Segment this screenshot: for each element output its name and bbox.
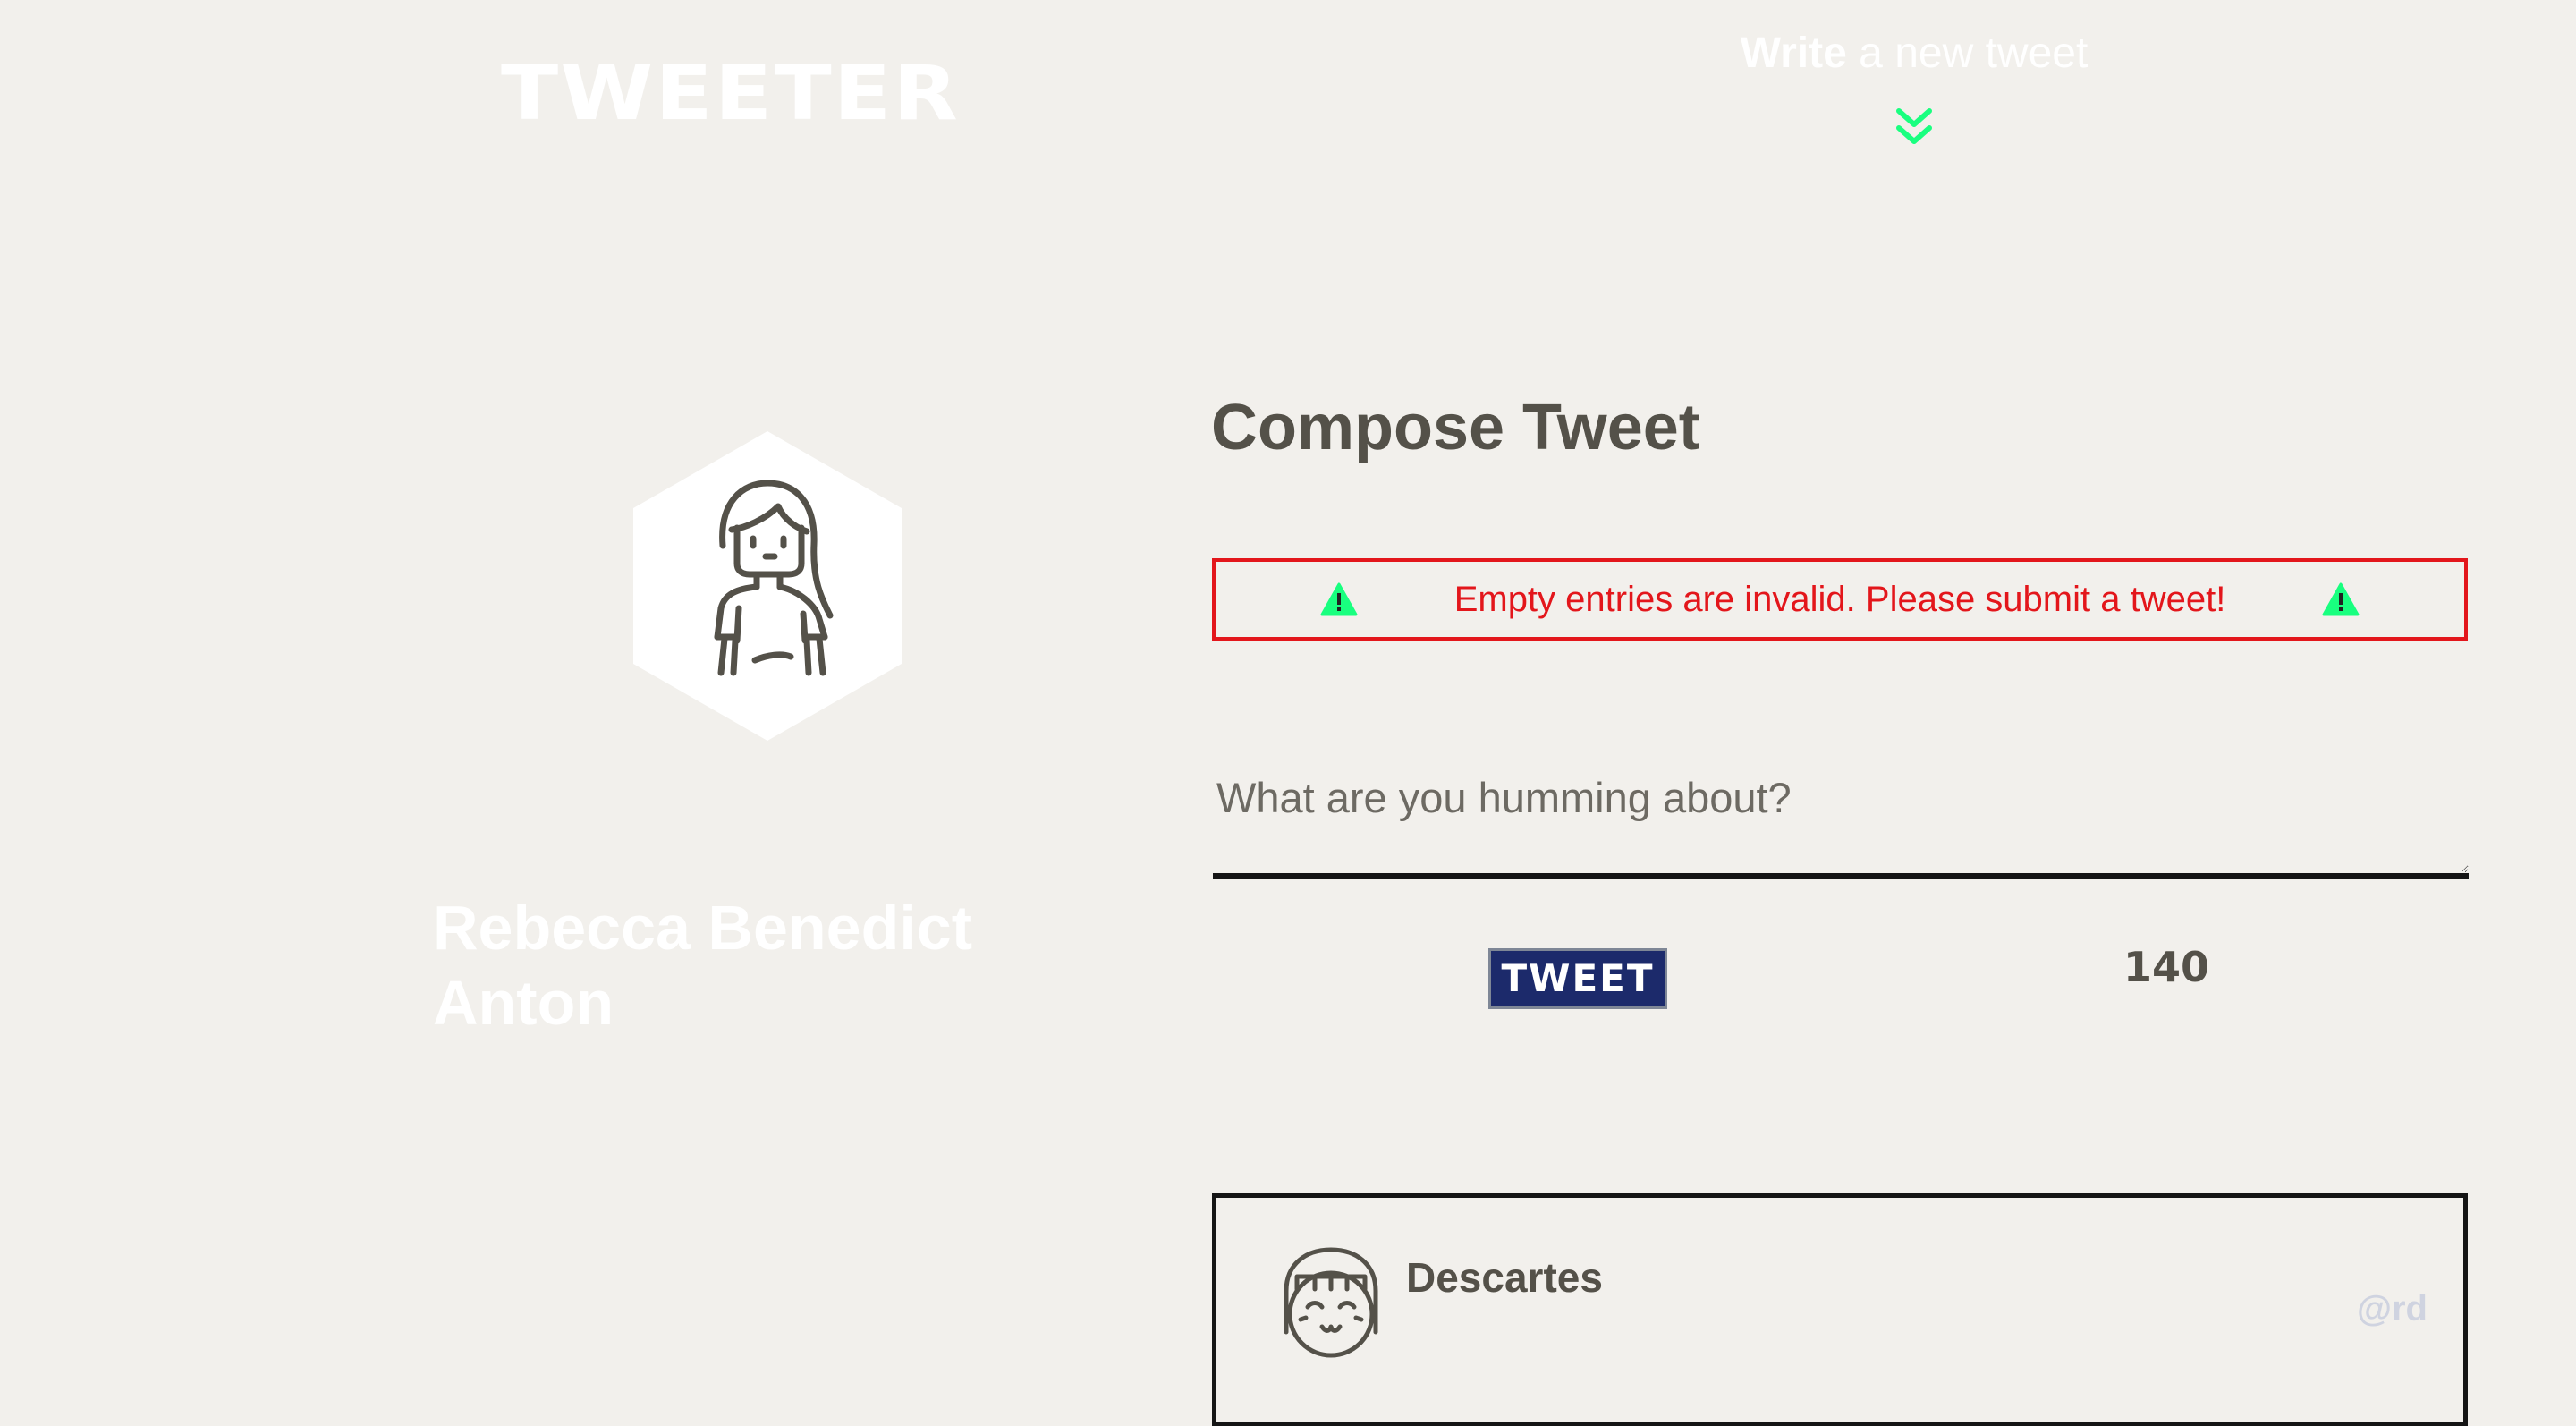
girl-avatar-icon — [1284, 1247, 1378, 1358]
write-tweet-label: Write a new tweet — [1682, 30, 2147, 78]
compose-title: Compose Tweet — [1211, 392, 1700, 463]
write-tweet-label-strong: Write — [1740, 30, 1847, 77]
tweet-author: Descartes — [1406, 1254, 1603, 1301]
error-message-text: Empty entries are invalid. Please submit… — [1453, 579, 2226, 619]
profile-name: Rebecca Benedict Anton — [433, 893, 973, 1038]
warning-triangle-icon — [1320, 582, 1358, 616]
double-chevron-down-icon — [1896, 107, 1932, 144]
warning-triangle-icon — [2322, 582, 2360, 616]
tweet-card: Descartes @rd — [1212, 1193, 2468, 1426]
woman-avatar-icon — [633, 431, 902, 741]
brand-logo: TWEETER — [501, 49, 961, 137]
write-tweet-toggle[interactable]: Write a new tweet — [1682, 30, 2147, 148]
write-tweet-label-rest: a new tweet — [1846, 30, 2089, 77]
error-message-box: Empty entries are invalid. Please submit… — [1212, 558, 2468, 641]
tweet-submit-button[interactable]: TWEET — [1488, 948, 1667, 1009]
tweet-handle: @rd — [2356, 1289, 2428, 1328]
character-counter: 140 — [2123, 943, 2210, 991]
tweet-textarea[interactable] — [1213, 760, 2469, 879]
